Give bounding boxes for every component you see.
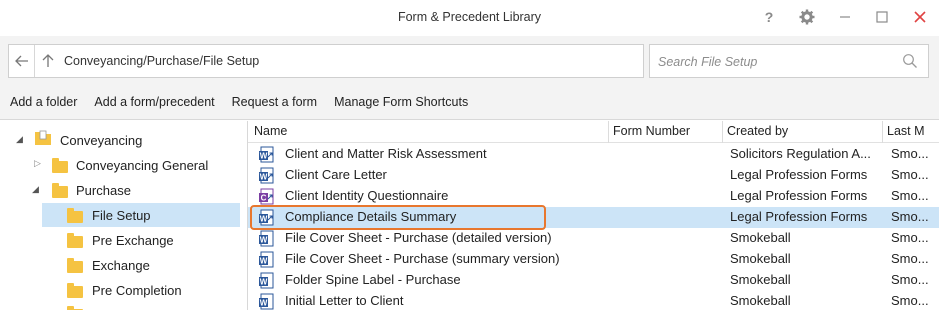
folder-tree: ◢ Conveyancing ▷ Conveyancing General ◢ … — [0, 121, 247, 310]
table-row[interactable]: W File Cover Sheet - Purchase (detailed v… — [248, 228, 939, 249]
library-folder-icon — [34, 130, 52, 146]
folder-icon — [52, 183, 68, 198]
cell-last-modified: Smo... — [891, 272, 929, 287]
column-divider[interactable] — [722, 121, 723, 143]
folder-icon — [67, 208, 83, 223]
folder-icon — [67, 283, 83, 298]
word-link-icon: W — [258, 209, 274, 226]
cell-created-by: Solicitors Regulation A... — [730, 146, 871, 161]
cell-created-by: Smokeball — [730, 272, 791, 287]
svg-text:W: W — [260, 152, 268, 161]
word-icon: W — [258, 251, 274, 268]
minimize-icon[interactable] — [833, 6, 857, 28]
column-divider[interactable] — [882, 121, 883, 143]
tree-item-file-setup[interactable]: File Setup — [92, 203, 151, 227]
svg-text:W: W — [260, 278, 268, 287]
title-bar: Form & Precedent Library ? — [0, 0, 939, 36]
column-header-name[interactable]: Name — [254, 124, 287, 138]
manage-form-shortcuts-link[interactable]: Manage Form Shortcuts — [334, 95, 468, 109]
svg-text:C: C — [261, 194, 267, 203]
svg-text:W: W — [260, 257, 268, 266]
cell-created-by: Smokeball — [730, 230, 791, 245]
word-icon: W — [258, 293, 274, 310]
table-row[interactable]: W Folder Spine Label - Purchase Smokeball S… — [248, 270, 939, 291]
cell-name: Initial Letter to Client — [285, 293, 404, 308]
back-arrow-icon[interactable] — [9, 45, 35, 77]
folder-icon — [67, 233, 83, 248]
cell-last-modified: Smo... — [891, 230, 929, 245]
form-list: Name Form Number Created by Last M W Clie… — [248, 121, 939, 310]
search-placeholder: Search File Setup — [658, 55, 758, 69]
list-header: Name Form Number Created by Last M — [248, 121, 939, 143]
collapsed-arrow-icon[interactable]: ▷ — [34, 158, 41, 169]
column-header-created-by[interactable]: Created by — [727, 124, 788, 138]
svg-text:W: W — [260, 215, 268, 224]
folder-icon — [52, 158, 68, 173]
cell-last-modified: Smo... — [891, 209, 929, 224]
cell-name: Folder Spine Label - Purchase — [285, 272, 461, 287]
close-icon[interactable] — [908, 6, 932, 28]
table-row[interactable]: W Client and Matter Risk Assessment Solici… — [248, 144, 939, 165]
search-icon[interactable] — [902, 53, 918, 69]
svg-text:W: W — [260, 173, 268, 182]
cell-created-by: Legal Profession Forms — [730, 209, 868, 224]
cell-created-by: Legal Profession Forms — [730, 167, 868, 182]
word-icon: W — [258, 230, 274, 247]
cell-name: Client Identity Questionnaire — [285, 188, 449, 203]
cell-name: Client Care Letter — [285, 167, 387, 182]
address-bar[interactable]: Conveyancing/Purchase/File Setup — [8, 44, 644, 78]
cell-last-modified: Smo... — [891, 188, 929, 203]
search-input[interactable]: Search File Setup — [649, 44, 929, 78]
gear-icon[interactable] — [795, 6, 819, 28]
tree-item-conveyancing-general[interactable]: Conveyancing General — [76, 153, 208, 177]
add-folder-link[interactable]: Add a folder — [10, 95, 77, 109]
cell-created-by: Smokeball — [730, 293, 791, 308]
cell-name: Compliance Details Summary — [285, 209, 457, 224]
cell-name: Client and Matter Risk Assessment — [285, 146, 487, 161]
cell-created-by: Smokeball — [730, 251, 791, 266]
svg-text:W: W — [260, 236, 268, 245]
cell-name: File Cover Sheet - Purchase (detailed ve… — [285, 230, 552, 245]
word-link-icon: W — [258, 167, 274, 184]
request-form-link[interactable]: Request a form — [232, 95, 317, 109]
tree-item-pre-exchange[interactable]: Pre Exchange — [92, 228, 174, 252]
cell-last-modified: Smo... — [891, 251, 929, 266]
word-link-icon: W — [258, 146, 274, 163]
cell-name: File Cover Sheet - Purchase (summary ver… — [285, 251, 560, 266]
table-row[interactable]: W Initial Letter to Client Smokeball Smo... — [248, 291, 939, 310]
tree-item-exchange[interactable]: Exchange — [92, 253, 150, 277]
tree-item-conveyancing[interactable]: Conveyancing — [60, 128, 142, 152]
add-form-precedent-link[interactable]: Add a form/precedent — [94, 95, 214, 109]
table-row[interactable]: C Client Identity Questionnaire Legal Prof… — [248, 186, 939, 207]
table-row[interactable]: W File Cover Sheet - Purchase (summary ve… — [248, 249, 939, 270]
tree-item-pre-completion[interactable]: Pre Completion — [92, 278, 182, 302]
cell-last-modified: Smo... — [891, 146, 929, 161]
breadcrumb-path[interactable]: Conveyancing/Purchase/File Setup — [64, 54, 259, 68]
cell-last-modified: Smo... — [891, 293, 929, 308]
help-icon[interactable]: ? — [757, 6, 781, 28]
up-arrow-icon[interactable] — [36, 45, 60, 77]
svg-text:W: W — [260, 299, 268, 308]
column-divider[interactable] — [608, 121, 609, 143]
column-header-last-modified[interactable]: Last M — [887, 124, 925, 138]
expanded-arrow-icon[interactable]: ◢ — [32, 184, 39, 195]
folder-icon — [67, 258, 83, 273]
table-row[interactable]: W Compliance Details Summary Legal Profess… — [248, 207, 939, 228]
cell-created-by: Legal Profession Forms — [730, 188, 868, 203]
table-row[interactable]: W Client Care Letter Legal Profession Form… — [248, 165, 939, 186]
expanded-arrow-icon[interactable]: ◢ — [16, 134, 23, 145]
form-link-icon: C — [258, 188, 274, 205]
word-icon: W — [258, 272, 274, 289]
cell-last-modified: Smo... — [891, 167, 929, 182]
maximize-icon[interactable] — [870, 6, 894, 28]
tree-item-purchase[interactable]: Purchase — [76, 178, 131, 202]
action-links: Add a folder Add a form/precedent Reques… — [10, 95, 468, 109]
column-header-form-number[interactable]: Form Number — [613, 124, 690, 138]
